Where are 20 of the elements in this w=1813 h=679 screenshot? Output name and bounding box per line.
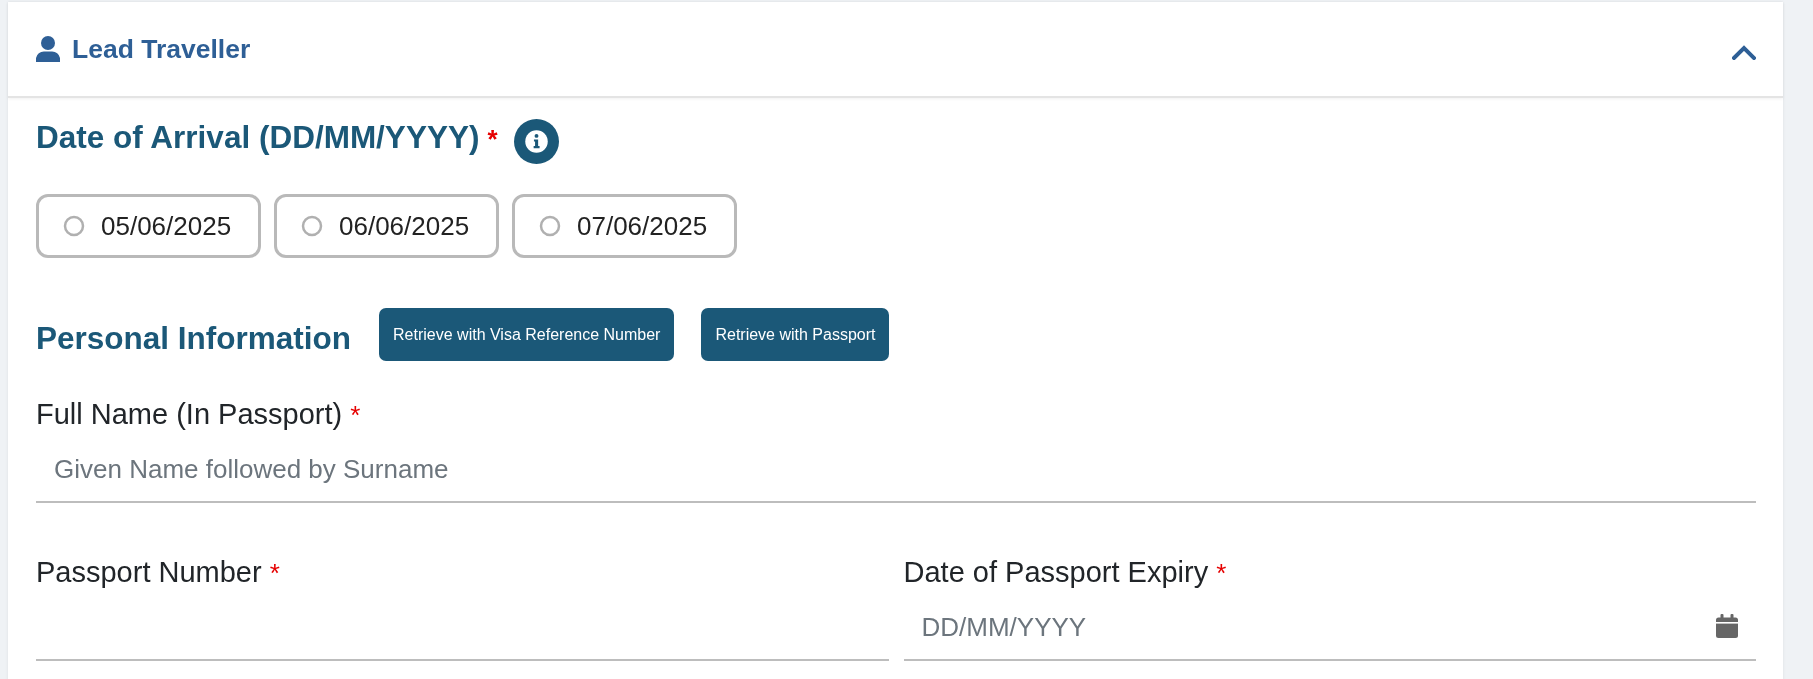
date-option[interactable]: 07/06/2025 [512, 194, 737, 258]
chevron-up-icon[interactable] [1732, 44, 1756, 60]
section-heading: Personal Information [36, 320, 352, 357]
field-label: Full Name (In Passport) * [36, 397, 362, 432]
info-icon[interactable] [513, 119, 559, 164]
text-input[interactable]: Given Name followed by Surname [36, 437, 1756, 503]
calendar-icon[interactable] [1716, 614, 1738, 638]
field-label: Passport Number * [36, 555, 281, 590]
panel-title: Lead Traveller [72, 33, 251, 65]
retrieve-button[interactable]: Retrieve with Passport [701, 308, 890, 361]
radio-icon[interactable] [63, 215, 85, 237]
field-label: Date of Passport Expiry * [903, 555, 1228, 590]
radio-icon[interactable] [539, 215, 561, 237]
radio-icon[interactable] [301, 215, 323, 237]
date-option[interactable]: 05/06/2025 [36, 194, 261, 258]
field-label: Date of Arrival (DD/MM/YYYY) * [36, 119, 498, 157]
date-option[interactable]: 06/06/2025 [274, 194, 499, 258]
panel-header[interactable]: Lead Traveller [8, 2, 1783, 98]
person-icon [36, 36, 60, 62]
retrieve-button[interactable]: Retrieve with Visa Reference Number [379, 308, 675, 361]
